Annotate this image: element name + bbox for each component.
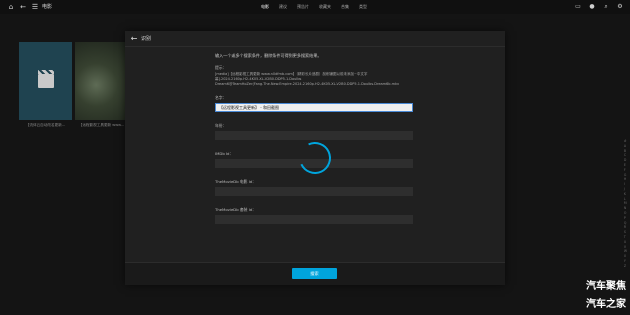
movie-poster[interactable] [19, 42, 72, 120]
watermark-line: 汽车之家 [586, 299, 626, 310]
alphabet-letter[interactable]: U [624, 240, 627, 245]
dialog-instructions: 输入一个或多个搜索条件，删除条件可得到更多搜索结果。 [215, 53, 322, 58]
tab-movies[interactable]: 电影 [256, 0, 274, 14]
alphabet-letter[interactable]: F [624, 168, 627, 173]
identify-dialog: ← 识别 输入一个或多个搜索条件，删除条件可得到更多搜索结果。 提示： [med… [125, 31, 505, 285]
alphabet-letter[interactable]: K [624, 192, 627, 197]
dialog-body: 输入一个或多个搜索条件，删除条件可得到更多搜索结果。 提示： [media]【远… [215, 53, 413, 224]
movie-card[interactable]: 【远程影视工具更新 www... [75, 42, 128, 127]
tab-trailers[interactable]: 预告片 [292, 0, 314, 14]
tmdb-collection-id-field-label: TheMovieDb 套装 Id： [215, 207, 256, 212]
library-title: 电影 [42, 4, 53, 10]
search-icon[interactable]: ⌕ [602, 2, 610, 12]
tab-genres[interactable]: 类型 [354, 0, 372, 14]
tab-suggestions[interactable]: 建议 [274, 0, 292, 14]
movie-card-title[interactable]: 【流体云自动改名更新... [19, 123, 72, 128]
settings-icon[interactable]: ⚙ [616, 2, 624, 12]
library-tabs: 电影 建议 预告片 收藏夹 合集 类型 [256, 0, 372, 14]
user-icon[interactable]: ● [588, 2, 596, 12]
back-icon[interactable]: ← [18, 2, 28, 12]
tmdb-movie-id-field-label: TheMovieDb 电影 Id： [215, 179, 256, 184]
top-bar: ⌂ ← ☰ 电影 电影 建议 预告片 收藏夹 合集 类型 ▭ ● ⌕ ⚙ [0, 0, 630, 14]
year-input[interactable] [215, 131, 413, 140]
home-icon[interactable]: ⌂ [6, 2, 16, 12]
tmdb-movie-id-input[interactable] [215, 187, 413, 196]
tab-collections[interactable]: 合集 [336, 0, 354, 14]
tab-favorites[interactable]: 收藏夹 [314, 0, 336, 14]
dialog-header: ← 识别 [125, 31, 505, 47]
alphabet-picker: # A B C D E F G H I J K L M N O P Q R S T U V W X Y Z [624, 139, 627, 269]
header-actions: ▭ ● ⌕ ⚙ [574, 2, 624, 12]
back-arrow-icon[interactable]: ← [129, 34, 139, 44]
menu-icon[interactable]: ☰ [30, 2, 40, 12]
watermark-line: 汽车聚焦 [586, 281, 626, 292]
dialog-title: 识别 [141, 36, 152, 42]
example-text: [media]【远程影视工具更新 www.n0dfmb.com】（精彩长片追剧）… [215, 72, 413, 87]
clapperboard-icon [37, 70, 54, 88]
search-button[interactable]: 搜索 [292, 268, 337, 279]
name-field-label: 名字： [215, 95, 227, 100]
tmdb-collection-id-input[interactable] [215, 215, 413, 224]
alphabet-letter[interactable]: Z [624, 264, 627, 269]
name-input[interactable]: 【远程影视工具更新】 - 和田截图 [215, 103, 413, 112]
cast-icon[interactable]: ▭ [574, 2, 582, 12]
movie-card[interactable]: 【流体云自动改名更新... [19, 42, 72, 127]
example-label: 提示： [215, 65, 227, 70]
movie-poster[interactable] [75, 42, 128, 120]
movie-card-title[interactable]: 【远程影视工具更新 www... [75, 123, 128, 128]
example-line: Dream6@TeamHoZer(Fang.The.New.Empire.202… [215, 82, 400, 86]
alphabet-letter[interactable]: P [624, 216, 627, 221]
dialog-footer: 搜索 [125, 262, 505, 285]
year-field-label: 年份： [215, 123, 227, 128]
